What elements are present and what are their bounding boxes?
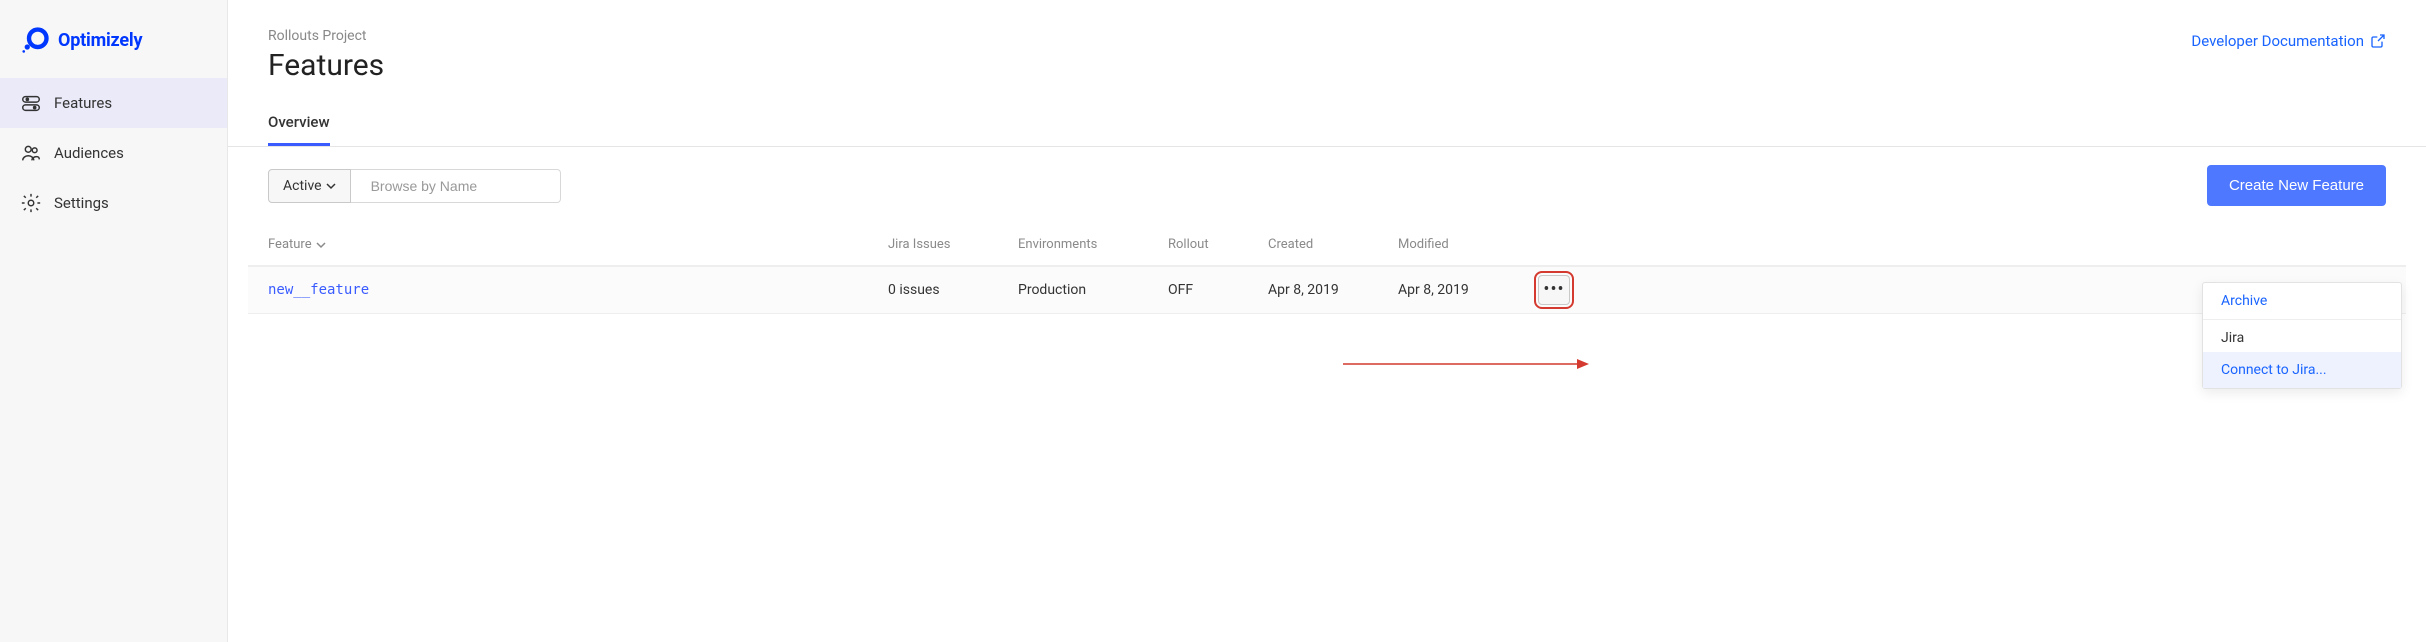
features-icon	[20, 92, 42, 114]
sidebar-item-label: Features	[54, 94, 112, 112]
cell-environments: Production	[1018, 282, 1168, 298]
brand-logo[interactable]: Optimizely	[0, 0, 227, 78]
tab-overview[interactable]: Overview	[268, 101, 330, 146]
audiences-icon	[20, 142, 42, 164]
cell-created: Apr 8, 2019	[1268, 282, 1398, 298]
cell-rollout: OFF	[1168, 282, 1268, 298]
sidebar-item-settings[interactable]: Settings	[0, 178, 227, 228]
menu-section-jira: Jira	[2203, 319, 2401, 352]
sidebar-item-features[interactable]: Features	[0, 78, 227, 128]
sidebar-item-audiences[interactable]: Audiences	[0, 128, 227, 178]
filter-label: Active	[283, 178, 322, 194]
row-actions-menu: Archive Jira Connect to Jira...	[2202, 282, 2402, 389]
cell-jira-issues: 0 issues	[888, 282, 1018, 298]
column-header-environments[interactable]: Environments	[1018, 237, 1168, 252]
search-input[interactable]	[371, 178, 552, 194]
menu-item-connect-jira[interactable]: Connect to Jira...	[2203, 352, 2401, 388]
main-content: Rollouts Project Features Developer Docu…	[228, 0, 2426, 642]
column-header-created[interactable]: Created	[1268, 237, 1398, 252]
page-title: Features	[268, 48, 384, 83]
menu-item-archive[interactable]: Archive	[2203, 283, 2401, 319]
create-new-feature-button[interactable]: Create New Feature	[2207, 165, 2386, 206]
tabs: Overview	[228, 101, 2426, 147]
feature-name-link[interactable]: new__feature	[268, 282, 888, 298]
table-header-row: Feature Jira Issues Environments Rollout…	[248, 224, 2406, 266]
sidebar-item-label: Audiences	[54, 144, 124, 162]
developer-documentation-link[interactable]: Developer Documentation	[2191, 32, 2386, 50]
dev-doc-label: Developer Documentation	[2191, 32, 2364, 50]
annotation-arrow	[1343, 357, 1589, 371]
table-row[interactable]: new__feature 0 issues Production OFF Apr…	[248, 266, 2406, 314]
status-filter-dropdown[interactable]: Active	[268, 169, 351, 203]
external-link-icon	[2370, 33, 2386, 49]
chevron-down-icon	[316, 240, 326, 250]
chevron-down-icon	[326, 181, 336, 191]
brand-name: Optimizely	[58, 30, 142, 51]
optimizely-logo-icon	[22, 26, 50, 54]
breadcrumb: Rollouts Project	[268, 28, 384, 44]
cell-modified: Apr 8, 2019	[1398, 282, 1538, 298]
gear-icon	[20, 192, 42, 214]
search-field[interactable]	[351, 169, 561, 203]
row-actions-button[interactable]: •••	[1538, 275, 1570, 305]
column-header-rollout[interactable]: Rollout	[1168, 237, 1268, 252]
sidebar: Optimizely Features Audiences	[0, 0, 228, 642]
column-header-feature[interactable]: Feature	[268, 237, 888, 252]
column-header-modified[interactable]: Modified	[1398, 237, 1538, 252]
column-header-jira[interactable]: Jira Issues	[888, 237, 1018, 252]
sidebar-item-label: Settings	[54, 194, 109, 212]
